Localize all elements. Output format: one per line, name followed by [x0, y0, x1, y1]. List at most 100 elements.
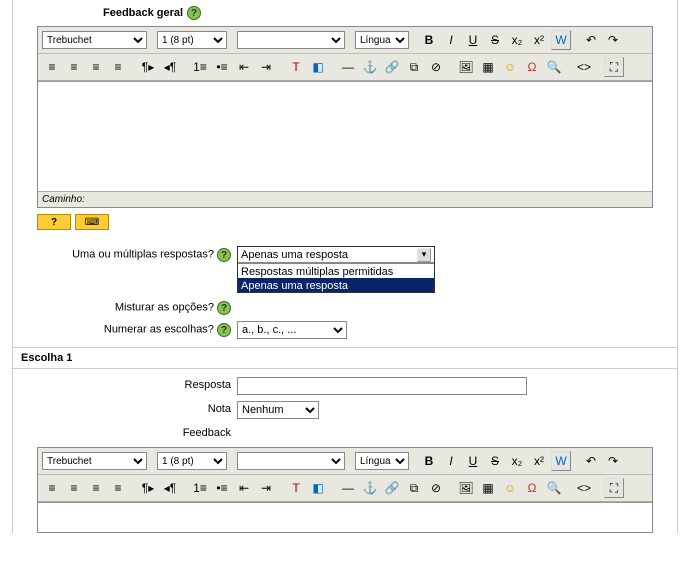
align-right-icon[interactable]: ≡ — [86, 57, 106, 77]
source-icon[interactable]: <> — [574, 478, 594, 498]
table-icon[interactable]: ▦ — [478, 478, 498, 498]
clean-icon[interactable]: W — [551, 30, 571, 50]
font-select[interactable]: Trebuchet — [42, 31, 147, 49]
table-icon[interactable]: ▦ — [478, 57, 498, 77]
underline-icon[interactable]: U — [463, 30, 483, 50]
indent-icon[interactable]: ⇥ — [256, 478, 276, 498]
misturar-label: Misturar as opções? — [115, 302, 214, 314]
feedback-geral-label: Feedback geral — [103, 7, 183, 19]
align-center-icon[interactable]: ≡ — [64, 478, 84, 498]
text-color-icon[interactable]: T — [286, 478, 306, 498]
align-justify-icon[interactable]: ≡ — [108, 57, 128, 77]
align-justify-icon[interactable]: ≡ — [108, 478, 128, 498]
hr-icon[interactable]: — — [338, 57, 358, 77]
unordered-list-icon[interactable]: •≡ — [212, 478, 232, 498]
subscript-icon[interactable]: x₂ — [507, 451, 527, 471]
image-icon[interactable]: 🖼 — [456, 57, 476, 77]
indent-icon[interactable]: ⇥ — [256, 57, 276, 77]
editor-feedback-geral: Trebuchet 1 (8 pt) Língua B I U S x₂ x² … — [37, 26, 653, 208]
chevron-down-icon[interactable]: ▾ — [417, 248, 431, 262]
font-size-select[interactable]: 1 (8 pt) — [157, 452, 227, 470]
editor2-canvas[interactable] — [38, 502, 652, 532]
lang-select[interactable]: Língua — [355, 452, 409, 470]
underline-icon[interactable]: U — [463, 451, 483, 471]
style-select[interactable] — [237, 31, 345, 49]
resposta-input[interactable] — [237, 377, 527, 395]
rtl-icon[interactable]: ◂¶ — [160, 478, 180, 498]
feedback-label: Feedback — [37, 425, 237, 439]
editor1-canvas[interactable] — [38, 81, 652, 191]
smiley-icon[interactable]: ☺ — [500, 57, 520, 77]
superscript-icon[interactable]: x² — [529, 30, 549, 50]
respostas-option[interactable]: Apenas uma resposta — [238, 278, 434, 292]
help-icon[interactable]: ? — [217, 323, 231, 337]
lang-select[interactable]: Língua — [355, 31, 409, 49]
find-icon[interactable]: 🔍 — [544, 57, 564, 77]
style-select[interactable] — [237, 452, 345, 470]
source-icon[interactable]: <> — [574, 57, 594, 77]
hr-icon[interactable]: — — [338, 478, 358, 498]
text-color-icon[interactable]: T — [286, 57, 306, 77]
ordered-list-icon[interactable]: 1≡ — [190, 478, 210, 498]
editor1-toolbar-row2: ≡ ≡ ≡ ≡ ¶▸ ◂¶ 1≡ •≡ ⇤ ⇥ T ◧ — ⚓ 🔗 ⧉ ⊘ 🖼 … — [38, 54, 652, 81]
redo-icon[interactable]: ↷ — [603, 30, 623, 50]
unlink-icon[interactable]: ⧉ — [404, 57, 424, 77]
help-icon[interactable]: ? — [217, 248, 231, 262]
link-icon[interactable]: 🔗 — [382, 478, 402, 498]
find-icon[interactable]: 🔍 — [544, 478, 564, 498]
ordered-list-icon[interactable]: 1≡ — [190, 57, 210, 77]
ltr-icon[interactable]: ¶▸ — [138, 478, 158, 498]
escolha1-heading: Escolha 1 — [13, 347, 677, 369]
help-icon[interactable]: ? — [187, 6, 201, 20]
unlink-icon[interactable]: ⧉ — [404, 478, 424, 498]
unordered-list-icon[interactable]: •≡ — [212, 57, 232, 77]
redo-icon[interactable]: ↷ — [603, 451, 623, 471]
bold-icon[interactable]: B — [419, 451, 439, 471]
resposta-label: Resposta — [37, 377, 237, 391]
strike-icon[interactable]: S — [485, 451, 505, 471]
align-center-icon[interactable]: ≡ — [64, 57, 84, 77]
help-button-icon[interactable]: ? — [37, 214, 71, 230]
undo-icon[interactable]: ↶ — [581, 30, 601, 50]
respostas-option[interactable]: Respostas múltiplas permitidas — [238, 264, 434, 278]
rtl-icon[interactable]: ◂¶ — [160, 57, 180, 77]
respostas-label: Uma ou múltiplas respostas? — [72, 249, 214, 261]
bold-icon[interactable]: B — [419, 30, 439, 50]
bg-color-icon[interactable]: ◧ — [308, 57, 328, 77]
numerar-label: Numerar as escolhas? — [104, 324, 214, 336]
fullscreen-icon[interactable]: ⛶ — [604, 478, 624, 498]
smiley-icon[interactable]: ☺ — [500, 478, 520, 498]
italic-icon[interactable]: I — [441, 30, 461, 50]
outdent-icon[interactable]: ⇤ — [234, 57, 254, 77]
char-icon[interactable]: Ω — [522, 57, 542, 77]
align-left-icon[interactable]: ≡ — [42, 57, 62, 77]
editor2-toolbar-row2: ≡ ≡ ≡ ≡ ¶▸ ◂¶ 1≡ •≡ ⇤ ⇥ T ◧ — ⚓ 🔗 ⧉ ⊘ 🖼 … — [38, 475, 652, 502]
italic-icon[interactable]: I — [441, 451, 461, 471]
respostas-select[interactable]: Apenas uma resposta ▾ Respostas múltipla… — [237, 246, 435, 293]
subscript-icon[interactable]: x₂ — [507, 30, 527, 50]
help-icon[interactable]: ? — [217, 301, 231, 315]
numerar-select[interactable]: a., b., c., ... — [237, 321, 347, 339]
fullscreen-icon[interactable]: ⛶ — [604, 57, 624, 77]
undo-icon[interactable]: ↶ — [581, 451, 601, 471]
font-select[interactable]: Trebuchet — [42, 452, 147, 470]
clean-icon[interactable]: W — [551, 451, 571, 471]
nota-select[interactable]: Nenhum — [237, 401, 319, 419]
char-icon[interactable]: Ω — [522, 478, 542, 498]
link-icon[interactable]: 🔗 — [382, 57, 402, 77]
outdent-icon[interactable]: ⇤ — [234, 478, 254, 498]
keyboard-icon[interactable]: ⌨ — [75, 214, 109, 230]
anchor-icon[interactable]: ⚓ — [360, 57, 380, 77]
strike-icon[interactable]: S — [485, 30, 505, 50]
anchor-icon[interactable]: ⚓ — [360, 478, 380, 498]
nolink-icon[interactable]: ⊘ — [426, 57, 446, 77]
nolink-icon[interactable]: ⊘ — [426, 478, 446, 498]
bg-color-icon[interactable]: ◧ — [308, 478, 328, 498]
align-left-icon[interactable]: ≡ — [42, 478, 62, 498]
align-right-icon[interactable]: ≡ — [86, 478, 106, 498]
font-size-select[interactable]: 1 (8 pt) — [157, 31, 227, 49]
ltr-icon[interactable]: ¶▸ — [138, 57, 158, 77]
superscript-icon[interactable]: x² — [529, 451, 549, 471]
nota-label: Nota — [37, 401, 237, 415]
image-icon[interactable]: 🖼 — [456, 478, 476, 498]
